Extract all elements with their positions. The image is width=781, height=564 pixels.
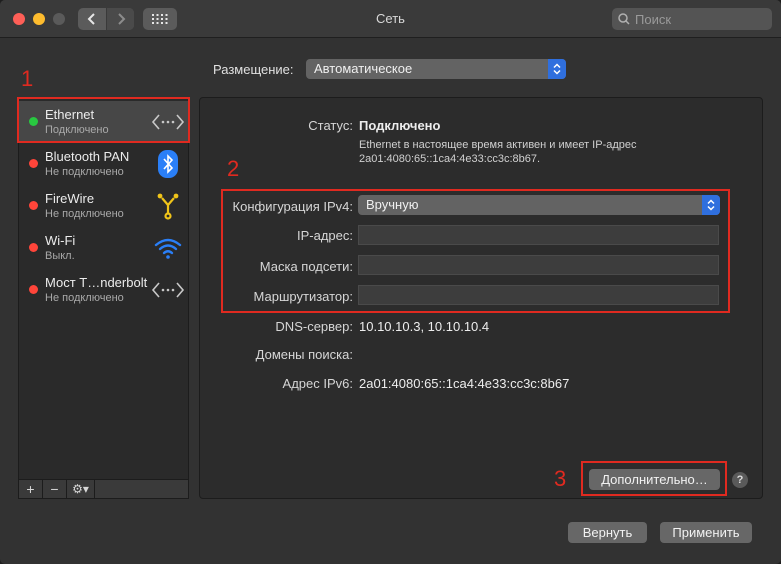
dns-server-value: 10.10.10.3, 10.10.10.4 (359, 319, 490, 334)
remove-service-button[interactable]: − (43, 480, 67, 498)
service-item-bluetooth-pan[interactable]: Bluetooth PAN Не подключено (19, 143, 188, 185)
firewire-icon (151, 191, 185, 221)
services-list: Ethernet Подключено Bluetooth PAN Не под… (18, 97, 189, 499)
status-value: Подключено (359, 118, 441, 133)
service-status: Не подключено (45, 208, 124, 220)
annotation-marker-3: 3 (554, 466, 567, 491)
service-status: Выкл. (45, 250, 75, 262)
annotation-marker-1: 1 (21, 66, 34, 91)
dns-server-label: DNS-сервер: (275, 319, 353, 334)
search-input[interactable] (635, 11, 765, 27)
ipv6-address-label: Адрес IPv6: (282, 376, 353, 391)
help-button[interactable]: ? (732, 472, 748, 488)
ipv6-address-value: 2a01:4080:65::1ca4:4e33:cc3c:8b67 (359, 376, 570, 391)
service-status: Не подключено (45, 292, 124, 304)
gear-menu-button[interactable]: ⚙▾ (67, 480, 95, 498)
service-name: Bluetooth PAN (45, 149, 130, 164)
bluetooth-icon (151, 149, 185, 179)
sidebar-toolbar: + − ⚙▾ (18, 479, 189, 499)
service-status: Не подключено (45, 166, 124, 178)
placement-label: Размещение: (213, 62, 294, 77)
status-dot (29, 159, 38, 168)
placement-popup[interactable]: Автоматическое (306, 59, 566, 79)
search-icon (618, 13, 630, 25)
service-name: Wi-Fi (45, 233, 76, 248)
status-dot (29, 285, 38, 294)
service-item-wifi[interactable]: Wi-Fi Выкл. (19, 227, 188, 269)
status-description-line1: Ethernet в настоящее время активен и име… (359, 139, 637, 151)
popup-arrows-icon (548, 59, 566, 79)
wifi-icon (151, 233, 185, 263)
status-dot (29, 243, 38, 252)
network-preferences-window: Сеть Размещение: Автоматическое Ethernet… (0, 0, 781, 564)
annotation-box-3 (581, 461, 727, 496)
annotation-box-1 (17, 97, 190, 143)
revert-button[interactable]: Вернуть (568, 522, 647, 543)
status-dot (29, 201, 38, 210)
placement-value: Автоматическое (314, 61, 413, 76)
service-item-thunderbolt-bridge[interactable]: Мост T…nderbolt Не подключено (19, 269, 188, 311)
service-name: FireWire (45, 191, 95, 206)
service-item-firewire[interactable]: FireWire Не подключено (19, 185, 188, 227)
thunderbolt-bridge-arrows-icon (151, 275, 185, 305)
add-service-button[interactable]: + (19, 480, 43, 498)
search-domains-label: Домены поиска: (255, 347, 353, 362)
annotation-box-2 (221, 189, 730, 313)
search-box[interactable] (612, 8, 772, 30)
service-name: Мост T…nderbolt (45, 275, 148, 290)
status-description-line2: 2a01:4080:65::1ca4:4e33:cc3c:8b67. (359, 153, 541, 165)
apply-button[interactable]: Применить (660, 522, 752, 543)
annotation-marker-2: 2 (227, 156, 240, 181)
status-label: Статус: (308, 118, 353, 133)
title-bar: Сеть (0, 0, 781, 38)
